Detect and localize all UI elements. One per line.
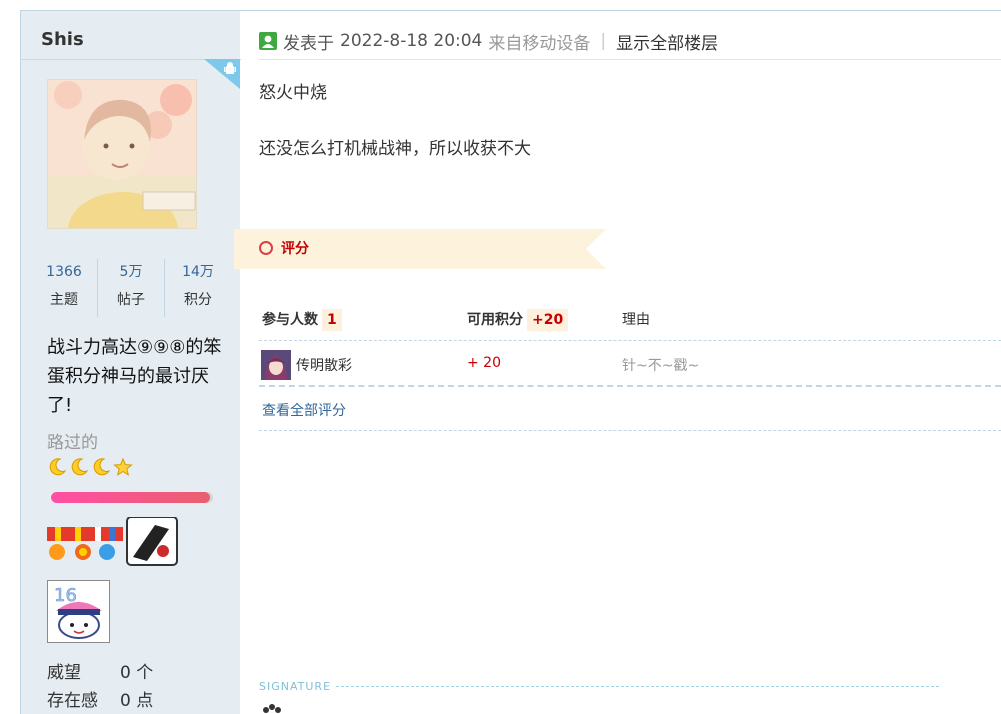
post-header-divider [259,59,1001,60]
star-icon [113,457,133,476]
post-source: 来自移动设备 [488,33,591,54]
rank-stars [47,457,133,479]
rating-title-text: 评分 [281,241,309,257]
post-datetime: 2022-8-18 20:04 [340,31,483,51]
rating-circle-icon [259,241,273,255]
post-line-1: 怒火中烧 [259,83,327,103]
stat-posts-label: 帖子 [117,292,145,308]
stat-credits-value[interactable]: 14万 [165,259,231,285]
signature-image-icon [263,704,281,713]
rater-avatar[interactable] [261,350,291,380]
stat-posts[interactable]: 5万 帖子 [98,259,165,317]
author-avatar[interactable] [47,79,197,229]
moon-icon [71,458,89,476]
rating-bottom-divider [259,430,1001,431]
prop-presence-value: 0 点 [120,691,154,711]
points-cell: 可用积分 +20 [467,309,569,331]
stat-credits-label: 积分 [184,292,212,308]
rater-points: + 20 [467,355,501,371]
moon-icon [49,458,67,476]
medals-row [47,517,178,566]
rater-name[interactable]: 传明散彩 [296,355,352,375]
rating-title[interactable]: 评分 [259,238,309,258]
prop-presence: 存在感 0 点 [47,686,153,711]
signature-divider [336,686,939,687]
participants-cell: 参与人数 1 [262,309,342,331]
points-label: 可用积分 [467,312,523,328]
author-stats: 1366 主题 5万 帖子 14万 积分 [31,259,231,317]
rating-table-header: 参与人数 1 可用积分 +20 理由 [259,309,1001,341]
android-corner-icon [204,59,240,89]
post-line-2: 还没怎么打机械战神，所以收获不大 [259,139,531,159]
birthday-medal-icon: 16 [47,580,110,643]
stat-posts-value[interactable]: 5万 [98,259,164,285]
author-online-icon [259,32,277,50]
post-prefix: 发表于 [283,33,334,54]
reason-label: 理由 [622,312,650,328]
author-sidebar: Shis 1366 主题 5万 帖子 14万 积分 战斗力高达⑨⑨⑧的笨蛋积分神… [20,11,241,714]
post-header: 发表于 2022-8-18 20:04 来自移动设备 | 显示全部楼层 [259,29,718,54]
ink-badge-icon [126,517,178,566]
participants-count: 1 [322,309,342,331]
prop-prestige: 威望 0 个 [47,658,153,683]
prop-presence-label: 存在感 [47,691,98,711]
prop-prestige-value: 0 个 [120,663,154,683]
points-total: +20 [527,309,569,331]
show-all-floors-link[interactable]: 显示全部楼层 [616,29,718,54]
stat-credits[interactable]: 14万 积分 [165,259,231,317]
ribbon-medal-icon [47,527,123,560]
rating-row: 传明散彩 + 20 针~不~戳~ [259,342,1001,387]
moon-icon [93,458,111,476]
author-motto: 战斗力高达⑨⑨⑧的笨蛋积分神马的最讨厌了! [47,337,222,416]
header-separator: | [600,31,607,51]
stat-threads[interactable]: 1366 主题 [31,259,98,317]
view-all-ratings-link[interactable]: 查看全部评分 [262,400,346,420]
participants-label: 参与人数 [262,312,318,328]
author-group[interactable]: 路过的 [47,428,98,453]
level-progress-bar [51,492,213,503]
signature-label: SIGNATURE [259,680,332,693]
rater-reason: 针~不~戳~ [622,358,700,374]
prop-prestige-label: 威望 [47,663,81,683]
stat-threads-value[interactable]: 1366 [31,259,97,285]
stat-threads-label: 主题 [50,292,78,308]
author-name[interactable]: Shis [41,29,84,50]
